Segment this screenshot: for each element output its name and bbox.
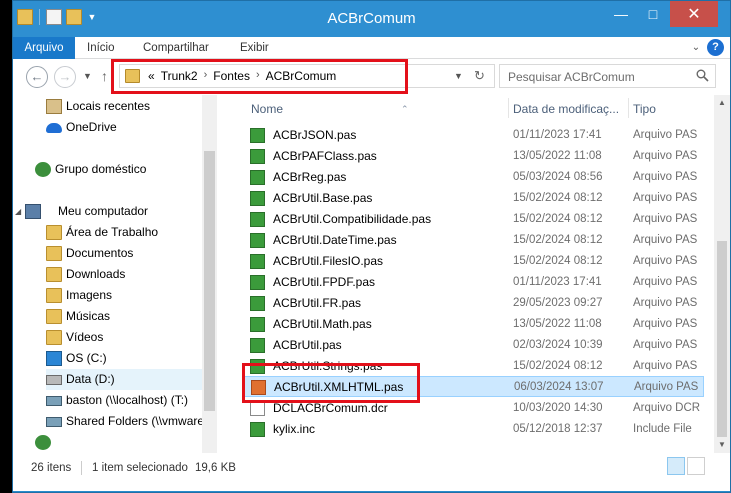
minimize-button[interactable]: —	[606, 1, 636, 27]
pascal-file-icon	[250, 149, 265, 164]
folder-icon	[46, 309, 62, 324]
network-drive-icon	[46, 417, 62, 427]
sort-ascending-icon: ⌃	[401, 104, 409, 114]
recent-locations-chevron-icon[interactable]: ▼	[83, 71, 92, 81]
ribbon-tabs: Arquivo Início Compartilhar Exibir ⌄ ?	[13, 37, 730, 59]
title-bar: ▼ ACBrComum — □ ✕	[13, 1, 730, 37]
navigation-pane: Locais recentes OneDrive Grupo doméstico…	[13, 95, 217, 453]
pascal-file-icon	[250, 191, 265, 206]
column-header-name[interactable]: Nome ⌃	[251, 99, 409, 119]
help-icon[interactable]: ?	[707, 39, 724, 56]
pascal-file-icon	[250, 275, 265, 290]
nav-scrollbar[interactable]	[202, 95, 217, 453]
folder-icon	[46, 246, 62, 261]
nav-item-drive-d[interactable]: Data (D:)	[46, 369, 202, 390]
item-count: 26 itens	[31, 462, 72, 474]
column-divider[interactable]	[628, 98, 629, 118]
status-bar: 26 itens 1 item selecionado 19,6 KB	[13, 453, 730, 491]
search-input[interactable]: Pesquisar ACBrComum	[499, 64, 716, 88]
folder-icon	[46, 267, 62, 282]
folder-icon	[46, 288, 62, 303]
table-row[interactable]: kylix.inc 05/12/2018 12:37 Include File	[242, 419, 704, 440]
details-view-icon[interactable]	[667, 457, 685, 475]
address-dropdown-icon[interactable]: ▼	[454, 71, 463, 81]
maximize-button[interactable]: □	[638, 1, 668, 27]
selection-count: 1 item selecionado	[92, 462, 188, 474]
table-row[interactable]: ACBrUtil.FilesIO.pas 15/02/2024 08:12 Arqu…	[242, 251, 704, 272]
windows-drive-icon	[46, 351, 62, 366]
large-icons-view-icon[interactable]	[687, 457, 705, 475]
table-row[interactable]: ACBrUtil.Base.pas 15/02/2024 08:12 Arquivo…	[242, 188, 704, 209]
tab-view[interactable]: Exibir	[240, 37, 269, 59]
pascal-file-icon	[250, 170, 265, 185]
folder-icon	[46, 225, 62, 240]
dcr-file-icon	[250, 401, 265, 416]
column-divider[interactable]	[508, 98, 509, 118]
folder-icon	[46, 330, 62, 345]
pascal-file-icon	[250, 254, 265, 269]
onedrive-icon	[46, 123, 62, 133]
scroll-up-icon[interactable]: ▲	[714, 95, 730, 111]
file-list-scrollbar-thumb[interactable]	[717, 241, 727, 437]
pascal-file-icon	[250, 317, 265, 332]
expand-arrow-icon[interactable]: ◢	[15, 201, 21, 222]
tab-home[interactable]: Início	[87, 37, 115, 59]
view-switcher	[667, 457, 705, 475]
network-icon	[35, 435, 51, 450]
chevron-down-icon[interactable]: ⌄	[689, 42, 703, 53]
address-highlight-box	[111, 59, 408, 94]
explorer-window: ▼ ACBrComum — □ ✕ Arquivo Início Compart…	[12, 0, 731, 493]
pascal-file-icon	[250, 296, 265, 311]
refresh-icon[interactable]: ↻	[474, 68, 485, 84]
table-row[interactable]: ACBrUtil.Math.pas 13/05/2022 11:08 Arquivo…	[242, 314, 704, 335]
tab-share[interactable]: Compartilhar	[143, 37, 209, 59]
close-button[interactable]: ✕	[670, 1, 718, 27]
search-placeholder: Pesquisar ACBrComum	[508, 70, 635, 84]
up-arrow-icon[interactable]: ↑	[101, 68, 108, 84]
column-header-type[interactable]: Tipo	[633, 99, 656, 119]
table-row[interactable]: ACBrUtil.pas 02/03/2024 10:39 Arquivo PAS	[242, 335, 704, 356]
selected-file-highlight-box	[242, 363, 420, 403]
table-row[interactable]: ACBrUtil.FPDF.pas 01/11/2023 17:41 Arquivo…	[242, 272, 704, 293]
search-icon	[696, 69, 709, 82]
back-button[interactable]: ←	[26, 66, 48, 88]
include-file-icon	[250, 422, 265, 437]
file-list-scrollbar[interactable]: ▲ ▼	[714, 95, 730, 453]
drive-icon	[46, 375, 62, 385]
background-terminal	[0, 0, 12, 493]
recent-places-icon	[46, 99, 62, 114]
tab-file[interactable]: Arquivo	[13, 37, 75, 59]
selection-size: 19,6 KB	[195, 462, 236, 474]
table-row[interactable]: ACBrReg.pas 05/03/2024 08:56 Arquivo PAS	[242, 167, 704, 188]
table-row[interactable]: ACBrUtil.DateTime.pas 15/02/2024 08:12 Arq…	[242, 230, 704, 251]
column-header-date[interactable]: Data de modificaç...	[513, 99, 619, 119]
table-row[interactable]: ACBrJSON.pas 01/11/2023 17:41 Arquivo PAS	[242, 125, 704, 146]
nav-scrollbar-thumb[interactable]	[204, 151, 215, 411]
homegroup-icon	[35, 162, 51, 177]
status-separator	[81, 461, 82, 475]
table-row[interactable]: ACBrUtil.Compatibilidade.pas 15/02/2024 0…	[242, 209, 704, 230]
pascal-file-icon	[250, 128, 265, 143]
pascal-file-icon	[250, 233, 265, 248]
forward-button[interactable]: →	[54, 66, 76, 88]
pascal-file-icon	[250, 212, 265, 227]
network-drive-icon	[46, 396, 62, 406]
table-row[interactable]: ACBrUtil.FR.pas 29/05/2023 09:27 Arquivo P…	[242, 293, 704, 314]
computer-icon	[25, 204, 41, 219]
pascal-file-icon	[250, 338, 265, 353]
scroll-down-icon[interactable]: ▼	[714, 437, 730, 453]
table-row[interactable]: ACBrPAFClass.pas 13/05/2022 11:08 Arquivo …	[242, 146, 704, 167]
